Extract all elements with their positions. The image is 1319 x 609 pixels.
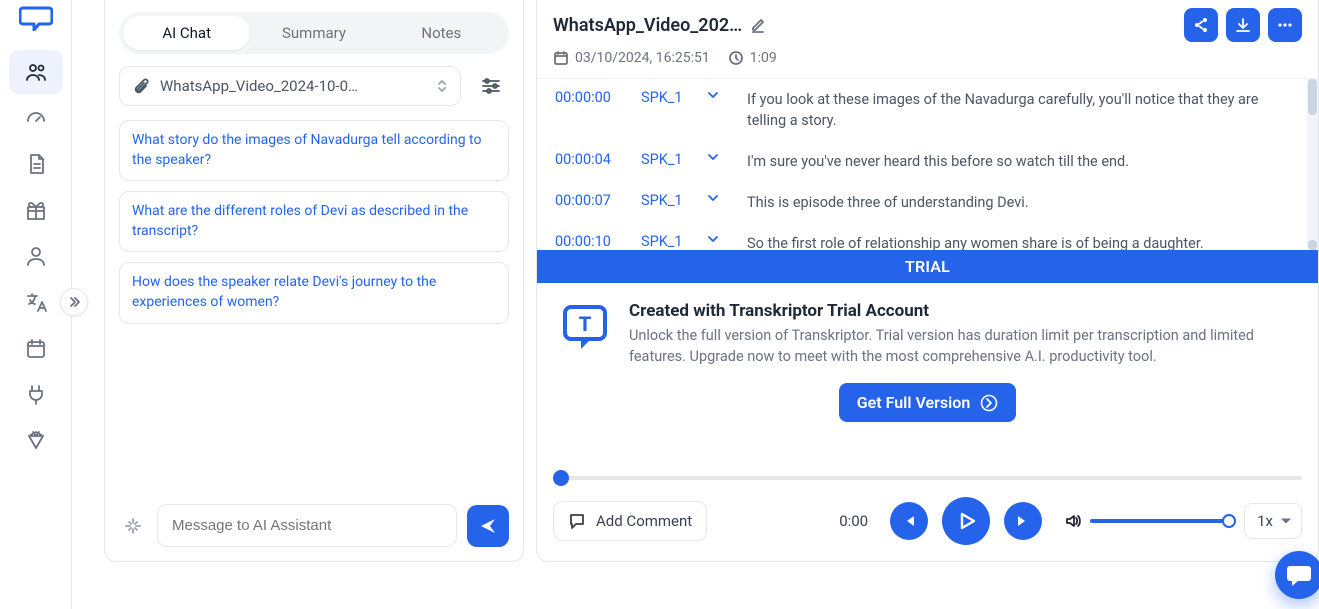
chevron-down-icon[interactable]: [707, 89, 739, 101]
transkriptor-logo-icon: T: [559, 301, 611, 353]
player-controls: Add Comment 0:00 1x: [553, 497, 1302, 545]
filter-button[interactable]: [473, 68, 509, 104]
help-bubble-button[interactable]: [1275, 551, 1319, 599]
scrollbar-thumb[interactable]: [1308, 240, 1317, 250]
side-rail: [0, 0, 72, 609]
get-full-version-button[interactable]: Get Full Version: [839, 383, 1017, 422]
more-button[interactable]: [1268, 8, 1302, 42]
transcript-text: So the first role of relationship any wo…: [747, 233, 1300, 250]
rail-translate-icon[interactable]: [9, 280, 63, 324]
transcript-row[interactable]: 00:00:00 SPK_1 If you look at these imag…: [537, 79, 1318, 141]
timestamp: 00:00:07: [555, 192, 633, 209]
speed-select[interactable]: 1x: [1244, 503, 1302, 539]
timestamp: 00:00:00: [555, 89, 633, 106]
date-meta: 03/10/2024, 16:25:51: [553, 50, 710, 66]
download-button[interactable]: [1226, 8, 1260, 42]
prev-button[interactable]: [890, 502, 928, 540]
send-button[interactable]: [467, 505, 509, 547]
file-name: WhatsApp_Video_2024-10-0…: [160, 77, 426, 95]
clock-icon: [728, 50, 744, 66]
rail-gift-icon[interactable]: [9, 188, 63, 232]
app-logo-icon: [16, 4, 56, 32]
speaker-label[interactable]: SPK_1: [641, 233, 699, 250]
transcript-text: This is episode three of understanding D…: [747, 192, 1300, 213]
speaker-label[interactable]: SPK_1: [641, 192, 699, 209]
edit-title-button[interactable]: [750, 17, 766, 33]
rail-user-icon[interactable]: [9, 234, 63, 278]
next-button[interactable]: [1004, 502, 1042, 540]
progress-thumb[interactable]: [553, 470, 569, 486]
file-meta: 03/10/2024, 16:25:51 1:09: [537, 42, 1318, 78]
date-text: 03/10/2024, 16:25:51: [575, 50, 710, 66]
rail-calendar-icon[interactable]: [9, 326, 63, 370]
sparkle-icon: [119, 512, 147, 540]
right-panel: WhatsApp_Video_202… 03/10/2024, 16:25:51…: [536, 0, 1319, 562]
ai-message-input[interactable]: [157, 504, 457, 547]
volume-control[interactable]: [1064, 512, 1230, 530]
suggestion-item[interactable]: What story do the images of Navadurga te…: [119, 120, 509, 181]
trial-banner: TRIAL: [537, 250, 1318, 283]
speaker-label[interactable]: SPK_1: [641, 151, 699, 168]
tabs: AI Chat Summary Notes: [119, 12, 509, 54]
current-time: 0:00: [839, 512, 868, 530]
composer: [119, 492, 509, 561]
tab-ai-chat[interactable]: AI Chat: [123, 16, 250, 50]
volume-track[interactable]: [1090, 519, 1230, 523]
chevron-down-icon[interactable]: [707, 151, 739, 163]
file-selector-row: WhatsApp_Video_2024-10-0…: [119, 66, 509, 106]
scrollbar-thumb[interactable]: [1308, 79, 1317, 115]
rail-gauge-icon[interactable]: [9, 96, 63, 140]
svg-text:T: T: [579, 312, 592, 336]
updown-icon: [436, 78, 448, 94]
share-button[interactable]: [1184, 8, 1218, 42]
timestamp: 00:00:04: [555, 151, 633, 168]
suggestion-item[interactable]: How does the speaker relate Devi's journ…: [119, 262, 509, 323]
speaker-label[interactable]: SPK_1: [641, 89, 699, 106]
duration-text: 1:09: [750, 50, 777, 66]
rail-expand-button[interactable]: [60, 288, 88, 316]
paperclip-icon: [132, 77, 150, 95]
file-title: WhatsApp_Video_202…: [553, 15, 766, 36]
transcript-text: I'm sure you've never heard this before …: [747, 151, 1300, 172]
title-text: WhatsApp_Video_202…: [553, 15, 742, 36]
transcript-text: If you look at these images of the Navad…: [747, 89, 1300, 131]
transcript-row[interactable]: 00:00:07 SPK_1 This is episode three of …: [537, 182, 1318, 223]
rail-diamond-icon[interactable]: [9, 418, 63, 462]
suggestion-item[interactable]: What are the different roles of Devi as …: [119, 191, 509, 252]
transcript: 00:00:00 SPK_1 If you look at these imag…: [537, 78, 1318, 250]
duration-meta: 1:09: [728, 50, 777, 66]
cta-row: Get Full Version: [537, 377, 1318, 434]
tab-notes[interactable]: Notes: [378, 16, 505, 50]
upsell-text: Unlock the full version of Transkriptor.…: [629, 325, 1296, 367]
calendar-icon: [553, 50, 569, 66]
chevron-down-icon[interactable]: [707, 233, 739, 245]
add-comment-button[interactable]: Add Comment: [553, 501, 707, 541]
cta-label: Get Full Version: [857, 393, 971, 412]
transcript-row[interactable]: 00:00:04 SPK_1 I'm sure you've never hea…: [537, 141, 1318, 182]
tab-summary[interactable]: Summary: [250, 16, 377, 50]
rail-plug-icon[interactable]: [9, 372, 63, 416]
file-selector[interactable]: WhatsApp_Video_2024-10-0…: [119, 66, 461, 106]
left-panel: AI Chat Summary Notes WhatsApp_Video_202…: [104, 0, 524, 562]
timestamp: 00:00:10: [555, 233, 633, 250]
add-comment-label: Add Comment: [596, 512, 692, 530]
comment-icon: [568, 512, 586, 530]
progress-track: [553, 476, 1302, 480]
volume-icon: [1064, 512, 1082, 530]
player: Add Comment 0:00 1x: [537, 459, 1318, 561]
progress-bar[interactable]: [553, 469, 1302, 487]
chevron-down-icon[interactable]: [707, 192, 739, 204]
right-header: WhatsApp_Video_202…: [537, 0, 1318, 42]
rail-document-icon[interactable]: [9, 142, 63, 186]
rail-people-icon[interactable]: [9, 50, 63, 94]
suggestions-list: What story do the images of Navadurga te…: [119, 120, 509, 324]
volume-thumb[interactable]: [1222, 514, 1236, 528]
header-actions: [1184, 8, 1302, 42]
arrow-right-circle-icon: [980, 394, 998, 412]
play-button[interactable]: [942, 497, 990, 545]
upsell-body: Created with Transkriptor Trial Account …: [629, 301, 1296, 367]
upsell-card: T Created with Transkriptor Trial Accoun…: [537, 283, 1318, 377]
transcript-row[interactable]: 00:00:10 SPK_1 So the first role of rela…: [537, 223, 1318, 250]
upsell-title: Created with Transkriptor Trial Account: [629, 301, 1296, 321]
